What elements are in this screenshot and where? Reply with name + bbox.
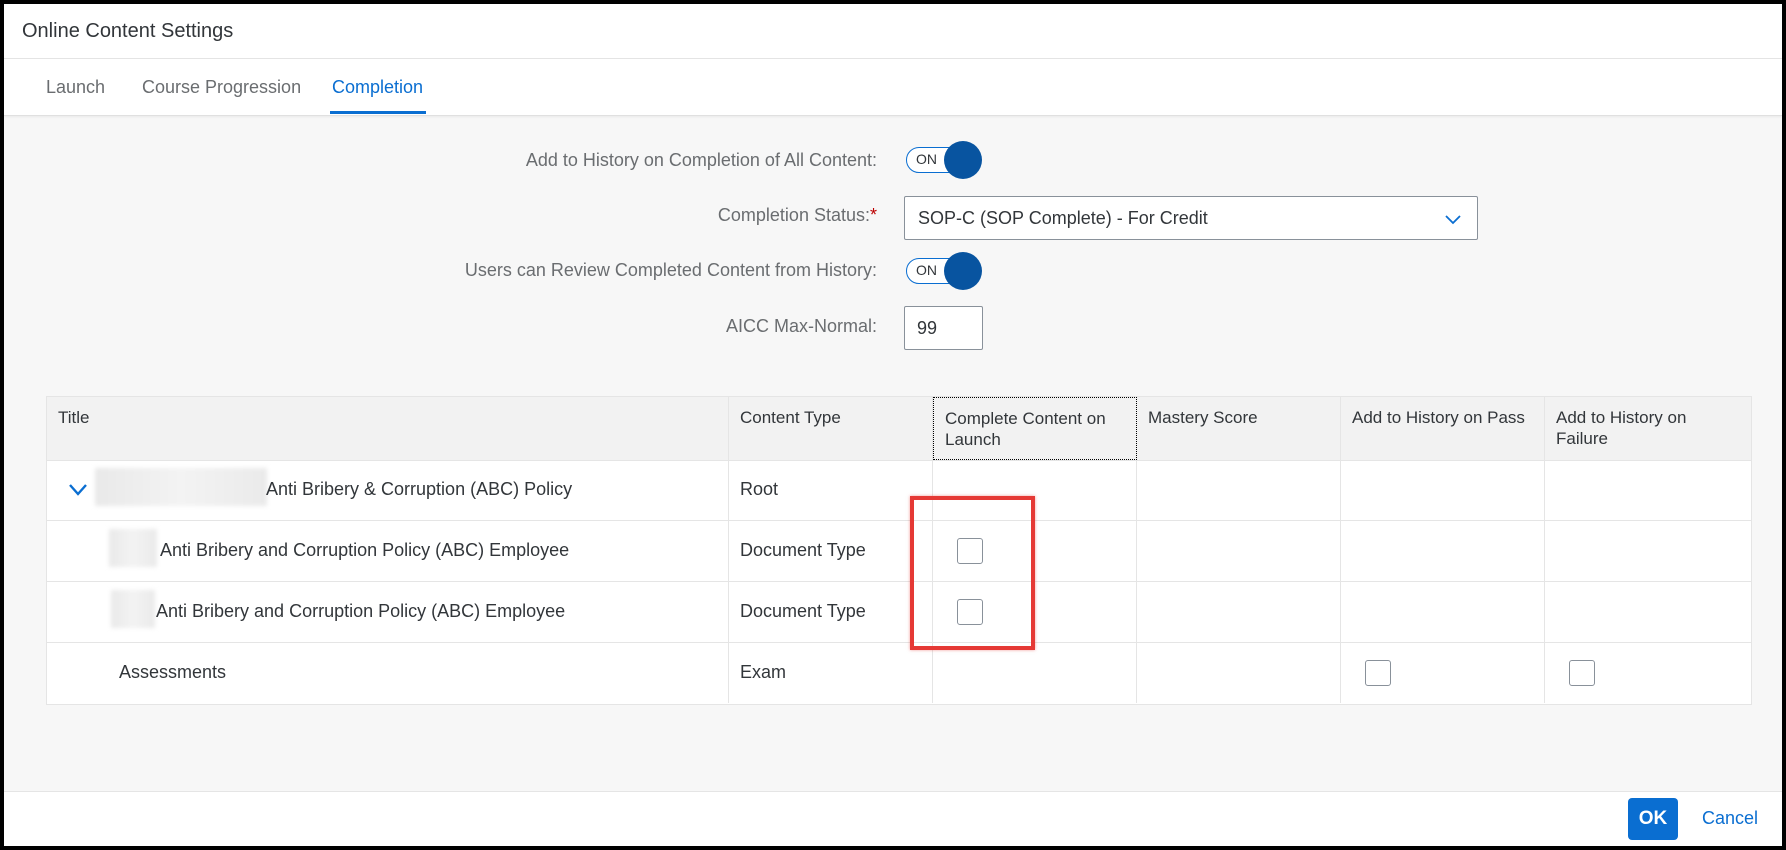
content-table: Title Content Type Complete Content on L… bbox=[46, 396, 1752, 705]
tab-launch[interactable]: Launch bbox=[46, 77, 105, 98]
tab-course-progression[interactable]: Course Progression bbox=[142, 77, 301, 98]
table-row[interactable]: Assessments Exam bbox=[47, 643, 1751, 704]
aicc-max-normal-label: AICC Max-Normal: bbox=[725, 316, 877, 336]
column-header-title[interactable]: Title bbox=[47, 397, 729, 460]
completion-status-label-text: Completion Status: bbox=[717, 205, 870, 225]
chevron-down-icon[interactable] bbox=[67, 481, 89, 499]
row-title: Anti Bribery and Corruption Policy (ABC)… bbox=[160, 540, 570, 560]
title-cell: Assessments bbox=[47, 643, 729, 703]
redacted-region bbox=[111, 590, 155, 628]
tab-bar: Launch Course Progression Completion bbox=[4, 59, 1782, 116]
review-completed-label: Users can Review Completed Content from … bbox=[464, 260, 877, 280]
row-title: Anti Bribery and Corruption Policy (ABC)… bbox=[156, 601, 566, 621]
chevron-down-icon bbox=[1445, 215, 1461, 225]
dialog-footer: OK Cancel bbox=[4, 791, 1782, 846]
column-header-add-history-pass[interactable]: Add to History on Pass bbox=[1341, 397, 1545, 460]
add-history-pass-checkbox[interactable] bbox=[1365, 660, 1391, 686]
online-content-settings-dialog: Online Content Settings Launch Course Pr… bbox=[0, 0, 1786, 850]
toggle-knob bbox=[944, 252, 982, 290]
add-history-failure-cell bbox=[1545, 460, 1751, 520]
mastery-score-cell bbox=[1137, 460, 1341, 520]
annotation-highlight-box bbox=[910, 496, 1035, 650]
add-history-failure-cell bbox=[1545, 582, 1751, 642]
review-completed-toggle[interactable]: ON bbox=[902, 252, 982, 290]
tab-completion[interactable]: Completion bbox=[332, 77, 423, 98]
add-history-label: Add to History on Completion of All Cont… bbox=[525, 150, 877, 170]
row-content-type: Root bbox=[740, 479, 779, 499]
row-content-type: Document Type bbox=[740, 540, 866, 560]
content-type-cell: Exam bbox=[729, 643, 933, 703]
table-row[interactable]: Anti Bribery & Corruption (ABC) Policy R… bbox=[47, 460, 1751, 521]
row-content-type: Exam bbox=[740, 662, 787, 682]
toggle-text: ON bbox=[916, 151, 937, 167]
add-history-failure-cell bbox=[1545, 521, 1751, 581]
add-history-failure-checkbox[interactable] bbox=[1569, 660, 1595, 686]
content-type-cell: Root bbox=[729, 460, 933, 520]
mastery-score-cell bbox=[1137, 521, 1341, 581]
table-row[interactable]: Anti Bribery and Corruption Policy (ABC)… bbox=[47, 582, 1751, 643]
add-history-pass-cell bbox=[1341, 643, 1545, 703]
row-title: Anti Bribery & Corruption (ABC) Policy bbox=[266, 479, 573, 499]
cancel-button[interactable]: Cancel bbox=[1702, 808, 1758, 829]
ok-button[interactable]: OK bbox=[1628, 798, 1678, 840]
title-cell: Anti Bribery & Corruption (ABC) Policy bbox=[47, 460, 729, 520]
title-cell: Anti Bribery and Corruption Policy (ABC)… bbox=[47, 582, 729, 642]
complete-on-launch-cell bbox=[933, 643, 1137, 703]
title-cell: Anti Bribery and Corruption Policy (ABC)… bbox=[47, 521, 729, 581]
active-tab-indicator bbox=[330, 111, 426, 114]
dialog-header: Online Content Settings bbox=[4, 4, 1782, 59]
table-row[interactable]: Anti Bribery and Corruption Policy (ABC)… bbox=[47, 521, 1751, 582]
completion-status-select[interactable]: SOP-C (SOP Complete) - For Credit bbox=[904, 196, 1478, 240]
toggle-knob bbox=[944, 141, 982, 179]
row-content-type: Document Type bbox=[740, 601, 866, 621]
completion-status-label: Completion Status:* bbox=[718, 205, 877, 226]
mastery-score-cell bbox=[1137, 643, 1341, 703]
redacted-region bbox=[109, 529, 157, 567]
add-history-pass-cell bbox=[1341, 582, 1545, 642]
redacted-region bbox=[95, 468, 267, 506]
row-title: Assessments bbox=[119, 662, 227, 682]
add-history-failure-cell bbox=[1545, 643, 1751, 703]
required-mark: * bbox=[869, 205, 877, 225]
add-history-toggle[interactable]: ON bbox=[902, 141, 982, 179]
mastery-score-cell bbox=[1137, 582, 1341, 642]
table-header: Title Content Type Complete Content on L… bbox=[47, 397, 1751, 461]
column-header-add-history-failure[interactable]: Add to History on Failure bbox=[1545, 397, 1751, 460]
content-type-cell: Document Type bbox=[729, 521, 933, 581]
content-type-cell: Document Type bbox=[729, 582, 933, 642]
completion-status-value: SOP-C (SOP Complete) - For Credit bbox=[918, 208, 1208, 228]
toggle-text: ON bbox=[916, 262, 937, 278]
column-header-complete-on-launch[interactable]: Complete Content on Launch bbox=[933, 397, 1137, 460]
dialog-title: Online Content Settings bbox=[22, 20, 234, 42]
add-history-pass-cell bbox=[1341, 460, 1545, 520]
column-header-content-type[interactable]: Content Type bbox=[729, 397, 933, 460]
add-history-pass-cell bbox=[1341, 521, 1545, 581]
column-header-mastery-score[interactable]: Mastery Score bbox=[1137, 397, 1341, 460]
aicc-max-normal-input[interactable] bbox=[904, 306, 983, 350]
